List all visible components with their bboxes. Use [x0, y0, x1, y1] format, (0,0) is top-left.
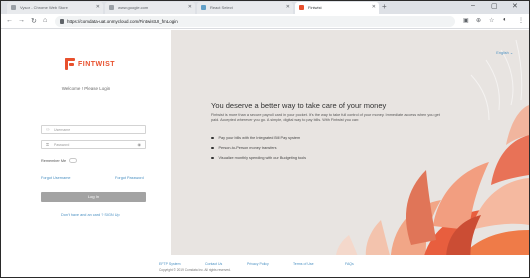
feature-bullet: Visualize monthly spending with our Budg…	[211, 156, 306, 160]
bullet-icon	[211, 146, 214, 150]
remember-label: Remember Me	[41, 158, 67, 163]
tab-close-icon[interactable]: ✕	[96, 4, 100, 10]
tab-close-icon[interactable]: ✕	[286, 4, 290, 10]
bullet-icon	[211, 136, 214, 140]
feature-text: Pay your bills with the Integrated Bill …	[218, 136, 301, 140]
page-content: FINTWIST Welcome ! Please Login ⚇ Userna…	[1, 30, 529, 277]
tab-google[interactable]: www.google.com ✕	[105, 2, 195, 14]
password-field[interactable]: ⚿ Password ◉	[41, 140, 146, 149]
tab-react-select[interactable]: React Select ✕	[197, 2, 293, 14]
tab-label: www.google.com	[118, 5, 149, 10]
tab-favicon-icon	[299, 5, 304, 10]
menu-dots-icon[interactable]: ⋮	[518, 17, 524, 24]
fintwist-logo-icon	[65, 58, 75, 70]
footer-link-eftp[interactable]: EFTP System	[159, 262, 181, 266]
hero-headline: You deserve a better way to take care of…	[211, 101, 387, 110]
tab-close-icon[interactable]: ✕	[372, 4, 376, 10]
user-icon: ⚇	[46, 127, 50, 132]
copyright-text: Copyright © 2019 Comdata Inc. All rights…	[159, 268, 231, 272]
forward-icon[interactable]: →	[18, 17, 25, 24]
forgot-password-link[interactable]: Forgot Password	[115, 176, 144, 180]
tab-favicon-icon	[11, 5, 16, 10]
hero-intro: Fintwist is more than a secure payroll c…	[211, 113, 440, 122]
tab-vysor[interactable]: Vysor - Chrome Web Store ✕	[7, 2, 103, 14]
lock-icon	[60, 19, 64, 24]
hero-panel: English ⌄ You deserve a better way to ta…	[171, 30, 529, 277]
footer-link-privacy[interactable]: Privacy Policy	[247, 262, 269, 266]
reload-icon[interactable]: ↻	[31, 17, 37, 25]
url-text: https://comdata-uat.onmycloud.com/Fintwi…	[67, 19, 178, 24]
login-button[interactable]: Log In	[41, 192, 146, 202]
feature-bullet: Person-to-Person money transfers	[211, 146, 277, 150]
close-window-icon[interactable]: ✕	[512, 2, 518, 10]
forgot-username-link[interactable]: Forgot Username	[41, 176, 71, 180]
browser-window: Vysor - Chrome Web Store ✕ www.google.co…	[0, 0, 530, 278]
maximize-icon[interactable]: ▢	[491, 2, 498, 10]
extension-icon[interactable]: ▣	[463, 17, 469, 24]
new-tab-icon[interactable]: +	[382, 2, 387, 11]
login-panel: FINTWIST Welcome ! Please Login ⚇ Userna…	[1, 30, 171, 277]
tab-close-icon[interactable]: ✕	[188, 4, 192, 10]
brand-logo: FINTWIST	[65, 58, 115, 70]
feature-bullet: Pay your bills with the Integrated Bill …	[211, 136, 300, 140]
welcome-text: Welcome ! Please Login	[61, 86, 111, 91]
language-selector[interactable]: English ⌄	[496, 50, 513, 55]
footer-link-contact[interactable]: Contact Us	[205, 262, 222, 266]
bullet-icon	[211, 156, 214, 160]
browser-toolbar: ← → ↻ ⌂ https://comdata-uat.onmycloud.co…	[1, 14, 529, 29]
page-footer: EFTP System Contact Us Privacy Policy Te…	[1, 255, 529, 277]
footer-link-terms[interactable]: Terms of Use	[293, 262, 314, 266]
tab-strip: Vysor - Chrome Web Store ✕ www.google.co…	[1, 1, 529, 14]
profile-icon[interactable]: ◐	[503, 17, 507, 23]
chevron-down-icon: ⌄	[509, 51, 513, 55]
zoom-icon[interactable]: ⊕	[476, 17, 481, 24]
lock-icon: ⚿	[46, 142, 50, 147]
tab-label: Fintwist	[308, 5, 322, 10]
tab-favicon-icon	[109, 5, 114, 10]
username-placeholder: Username	[54, 127, 71, 132]
tab-label: Vysor - Chrome Web Store	[20, 5, 68, 10]
signup-link[interactable]: Don't have and an card ? SIGN Up	[61, 213, 120, 217]
password-placeholder: Password	[54, 142, 70, 147]
tab-label: React Select	[210, 5, 233, 10]
tab-favicon-icon	[201, 5, 206, 10]
flower-illustration	[335, 39, 529, 277]
username-field[interactable]: ⚇ Username	[41, 125, 146, 134]
home-icon[interactable]: ⌂	[43, 17, 47, 24]
remember-me: Remember Me	[41, 158, 78, 163]
tab-fintwist[interactable]: Fintwist ✕	[295, 2, 379, 14]
feature-text: Visualize monthly spending with our Budg…	[218, 156, 307, 160]
address-bar[interactable]: https://comdata-uat.onmycloud.com/Fintwi…	[55, 16, 455, 27]
bookmark-star-icon[interactable]: ☆	[489, 17, 494, 24]
minimize-icon[interactable]: –	[471, 2, 475, 9]
show-password-icon[interactable]: ◉	[138, 142, 142, 147]
feature-text: Person-to-Person money transfers	[218, 146, 277, 150]
back-icon[interactable]: ←	[6, 17, 13, 24]
remember-toggle[interactable]	[69, 158, 78, 163]
brand-name: FINTWIST	[78, 60, 116, 68]
language-label: English	[496, 51, 509, 55]
footer-link-faqs[interactable]: FAQs	[345, 262, 354, 266]
